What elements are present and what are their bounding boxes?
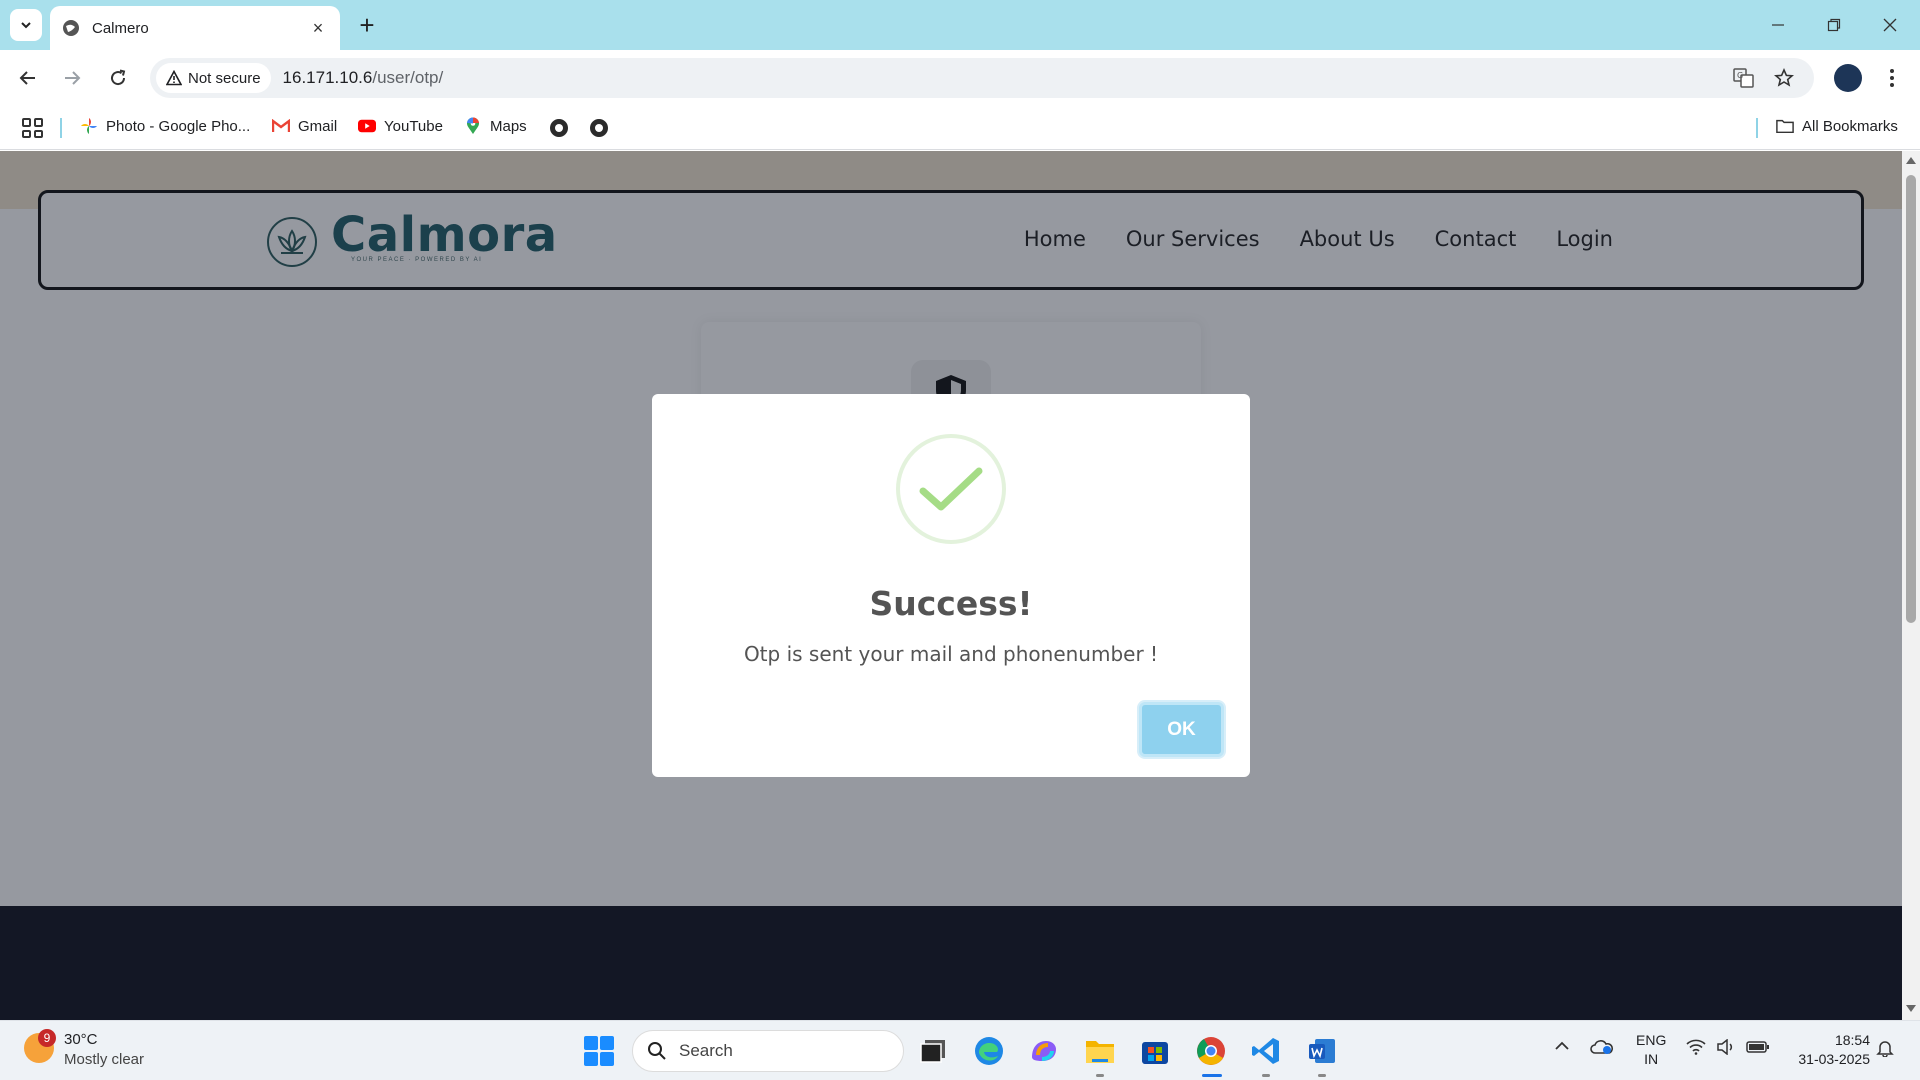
bookmark-star-icon[interactable] <box>1770 64 1798 92</box>
running-indicator <box>1318 1074 1326 1077</box>
ok-button[interactable]: OK <box>1139 702 1224 757</box>
bookmark-gmail[interactable]: Gmail <box>272 117 337 135</box>
clock-date: 31-03-2025 <box>1798 1051 1870 1067</box>
bookmarks-bar: Photo - Google Pho... Gmail YouTube Maps… <box>0 106 1920 150</box>
reload-button[interactable] <box>102 62 134 94</box>
close-window-icon[interactable] <box>1862 0 1918 50</box>
globe-icon[interactable] <box>550 119 568 137</box>
all-bookmarks-button[interactable]: All Bookmarks <box>1776 117 1898 135</box>
battery-icon[interactable] <box>1746 1039 1770 1060</box>
success-check-icon <box>896 434 1006 544</box>
edge-icon[interactable] <box>972 1034 1006 1068</box>
browser-toolbar: Not secure 16.171.10.6/user/otp/ G <box>0 50 1920 106</box>
url-text[interactable]: 16.171.10.6/user/otp/ <box>283 68 444 88</box>
gmail-icon <box>272 117 290 135</box>
globe-icon[interactable] <box>590 119 608 137</box>
new-tab-button[interactable]: + <box>352 10 382 40</box>
language-code: ENG <box>1636 1032 1667 1048</box>
success-dialog: Success! Otp is sent your mail and phone… <box>652 394 1250 777</box>
volume-icon[interactable] <box>1716 1038 1736 1060</box>
youtube-icon <box>358 117 376 135</box>
task-view-icon[interactable] <box>916 1034 950 1068</box>
file-explorer-icon[interactable] <box>1083 1034 1117 1068</box>
url-path: /user/otp/ <box>372 68 444 87</box>
chrome-icon[interactable] <box>1194 1034 1228 1068</box>
svg-text:G: G <box>1737 71 1743 80</box>
system-clock[interactable]: 18:54 31-03-2025 <box>1786 1031 1870 1069</box>
page-scrollbar[interactable] <box>1902 151 1920 1020</box>
reload-icon <box>111 69 126 86</box>
globe-icon <box>63 20 79 36</box>
language-indicator[interactable]: ENG IN <box>1636 1031 1666 1069</box>
bookmark-google-photos[interactable]: Photo - Google Pho... <box>80 117 250 135</box>
profile-avatar[interactable] <box>1834 64 1862 92</box>
arrow-right-icon <box>65 71 81 85</box>
windows-taskbar: 9 30°C Mostly clear Search ENG IN 18:54 … <box>0 1020 1920 1080</box>
tab-strip: Calmero × + <box>0 0 1920 50</box>
running-indicator <box>1262 1074 1270 1077</box>
translate-icon[interactable]: G <box>1730 64 1758 92</box>
tab-search-button[interactable] <box>10 9 42 41</box>
warning-icon <box>166 70 182 86</box>
bookmark-label: YouTube <box>384 117 443 135</box>
active-app-indicator <box>1202 1074 1222 1077</box>
running-indicator <box>1096 1074 1104 1077</box>
tray-chevron-up-icon[interactable] <box>1554 1039 1570 1057</box>
bookmark-label: Photo - Google Pho... <box>106 117 251 135</box>
tab-title: Calmero <box>92 19 149 37</box>
security-label: Not secure <box>188 69 261 87</box>
google-photos-icon <box>80 117 98 135</box>
maps-icon <box>464 117 482 135</box>
notification-bell-icon[interactable] <box>1876 1039 1894 1062</box>
security-chip[interactable]: Not secure <box>156 63 271 93</box>
bookmark-label: Gmail <box>298 117 338 135</box>
restore-icon[interactable] <box>1806 0 1862 50</box>
browser-menu-icon[interactable] <box>1880 62 1904 94</box>
scroll-up-icon[interactable] <box>1906 157 1916 164</box>
folder-icon <box>1776 117 1794 135</box>
bookmarks-divider <box>1756 118 1758 138</box>
bookmarks-divider <box>60 118 62 138</box>
onedrive-icon[interactable] <box>1590 1039 1614 1060</box>
tab-close-icon[interactable]: × <box>308 18 328 39</box>
bookmark-youtube[interactable]: YouTube <box>358 117 443 135</box>
search-icon <box>648 1042 666 1060</box>
url-host: 16.171.10.6 <box>282 68 373 87</box>
microsoft-store-icon[interactable] <box>1138 1034 1172 1068</box>
forward-button[interactable] <box>56 62 88 94</box>
wifi-icon[interactable] <box>1686 1039 1706 1060</box>
bookmark-maps[interactable]: Maps <box>464 117 527 135</box>
weather-description[interactable]: Mostly clear <box>64 1051 144 1068</box>
dialog-message: Otp is sent your mail and phonenumber ! <box>743 642 1159 666</box>
vscode-icon[interactable] <box>1249 1034 1283 1068</box>
weather-badge: 9 <box>38 1029 56 1047</box>
region-code: IN <box>1644 1051 1659 1067</box>
arrow-left-icon <box>19 71 35 85</box>
apps-grid-icon[interactable] <box>20 116 44 140</box>
scroll-thumb[interactable] <box>1906 175 1916 623</box>
search-label: Search <box>679 1041 733 1060</box>
copilot-icon[interactable] <box>1027 1034 1061 1068</box>
dialog-title: Success! <box>869 584 1033 623</box>
clock-time: 18:54 <box>1834 1032 1870 1048</box>
all-bookmarks-label: All Bookmarks <box>1802 117 1898 135</box>
scroll-down-icon[interactable] <box>1906 1005 1916 1012</box>
taskbar-search[interactable]: Search <box>632 1030 904 1072</box>
browser-tab[interactable]: Calmero × <box>50 6 340 50</box>
chevron-down-icon <box>21 22 31 29</box>
address-bar[interactable]: Not secure 16.171.10.6/user/otp/ G <box>150 58 1814 98</box>
windows-start-icon[interactable] <box>584 1036 614 1066</box>
weather-temperature[interactable]: 30°C <box>64 1031 98 1048</box>
bookmark-label: Maps <box>490 117 527 135</box>
minimize-icon[interactable] <box>1750 0 1806 50</box>
back-button[interactable] <box>12 62 44 94</box>
word-icon[interactable] <box>1305 1034 1339 1068</box>
